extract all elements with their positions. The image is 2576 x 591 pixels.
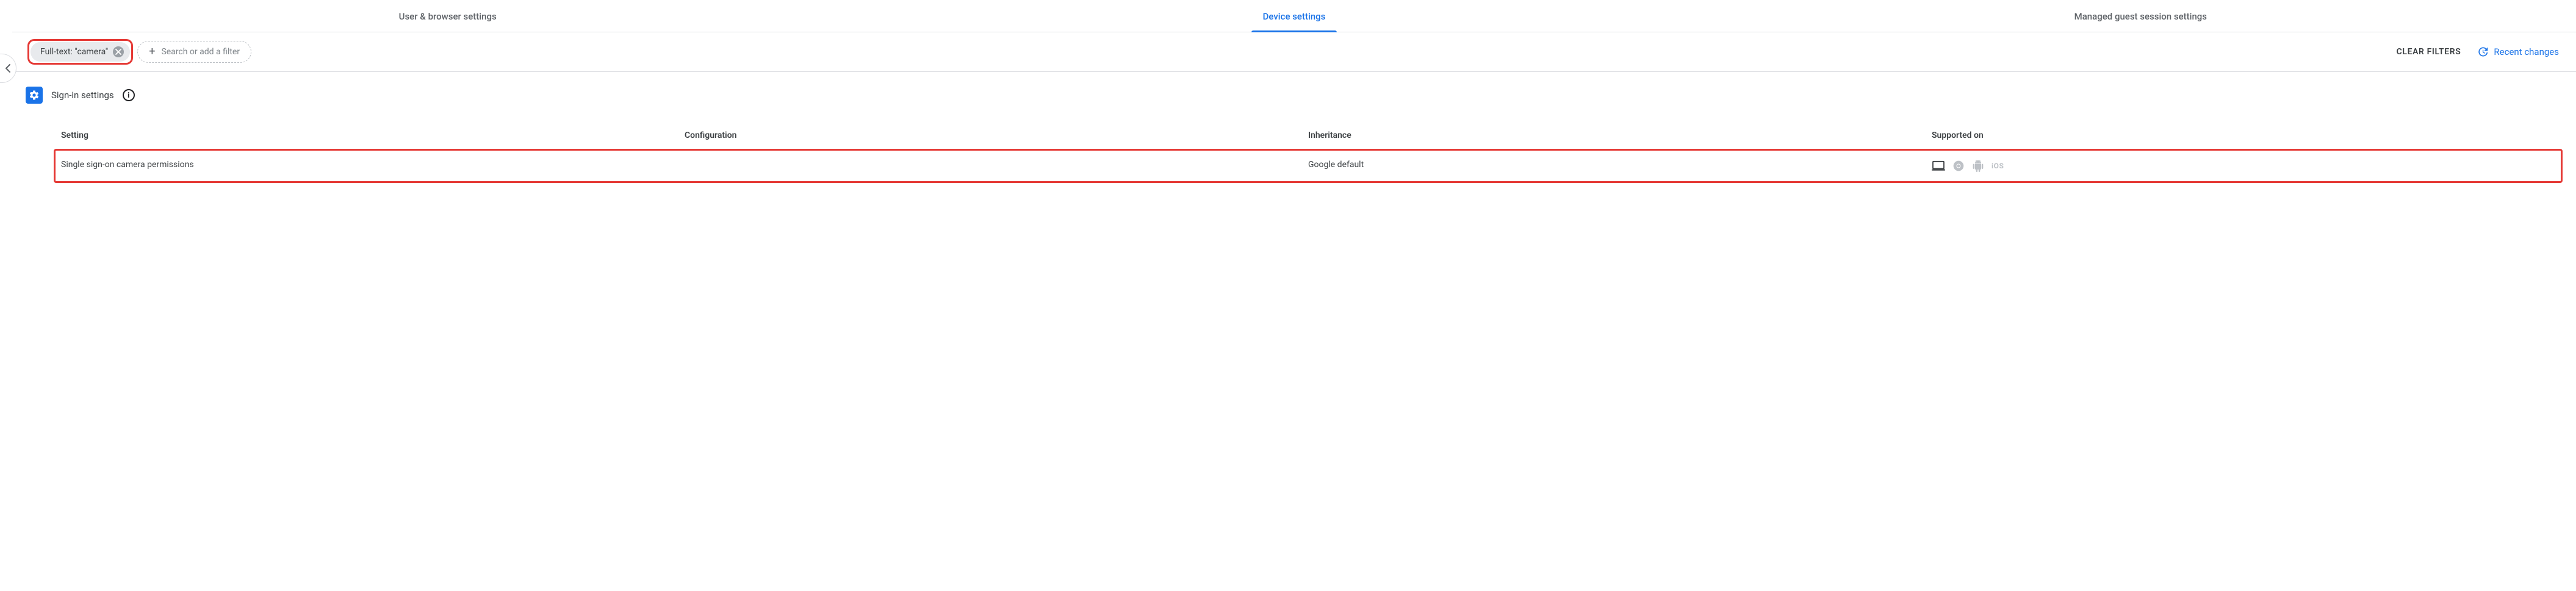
settings-table: Setting Configuration Inheritance Suppor… bbox=[55, 121, 2561, 182]
clear-filters-button[interactable]: CLEAR FILTERS bbox=[2391, 42, 2467, 62]
plus-icon: + bbox=[149, 46, 155, 57]
cell-configuration bbox=[685, 160, 1308, 172]
section-header: Sign-in settings i bbox=[26, 87, 2561, 104]
android-icon bbox=[1972, 160, 1984, 172]
history-icon bbox=[2477, 46, 2489, 58]
col-header-inheritance: Inheritance bbox=[1308, 131, 1932, 140]
chromeos-icon bbox=[1932, 160, 1945, 171]
recent-changes-label: Recent changes bbox=[2494, 46, 2559, 57]
table-header-row: Setting Configuration Inheritance Suppor… bbox=[55, 121, 2561, 150]
table-row[interactable]: Single sign-on camera permissions Google… bbox=[55, 150, 2561, 182]
filter-chip-fulltext[interactable]: Full-text: "camera" bbox=[31, 42, 130, 62]
section-title: Sign-in settings bbox=[51, 90, 114, 101]
info-icon[interactable]: i bbox=[123, 89, 135, 101]
ios-icon: iOS bbox=[1991, 162, 2004, 170]
search-placeholder: Search or add a filter bbox=[161, 47, 240, 57]
close-icon[interactable] bbox=[113, 46, 124, 57]
col-header-setting: Setting bbox=[61, 131, 685, 140]
chrome-icon bbox=[1952, 160, 1965, 172]
search-add-filter[interactable]: + Search or add a filter bbox=[137, 41, 251, 63]
filter-chip-label: Full-text: "camera" bbox=[40, 47, 108, 57]
cell-supported: iOS bbox=[1932, 160, 2555, 172]
col-header-supported: Supported on bbox=[1932, 131, 2555, 140]
gear-icon bbox=[26, 87, 43, 104]
col-header-configuration: Configuration bbox=[685, 131, 1308, 140]
cell-inheritance: Google default bbox=[1308, 160, 1932, 172]
chevron-left-icon bbox=[5, 64, 11, 73]
tab-device-settings[interactable]: Device settings bbox=[871, 0, 1717, 32]
settings-section: Sign-in settings i Setting Configuration… bbox=[0, 72, 2576, 196]
recent-changes-link[interactable]: Recent changes bbox=[2474, 41, 2561, 63]
filter-chip-highlight: Full-text: "camera" bbox=[31, 42, 130, 62]
cell-setting: Single sign-on camera permissions bbox=[61, 160, 685, 172]
tab-managed-guest[interactable]: Managed guest session settings bbox=[1718, 0, 2564, 32]
filter-bar: Full-text: "camera" + Search or add a fi… bbox=[0, 32, 2576, 72]
tabs-bar: User & browser settings Device settings … bbox=[12, 0, 2576, 32]
tab-user-browser[interactable]: User & browser settings bbox=[24, 0, 871, 32]
